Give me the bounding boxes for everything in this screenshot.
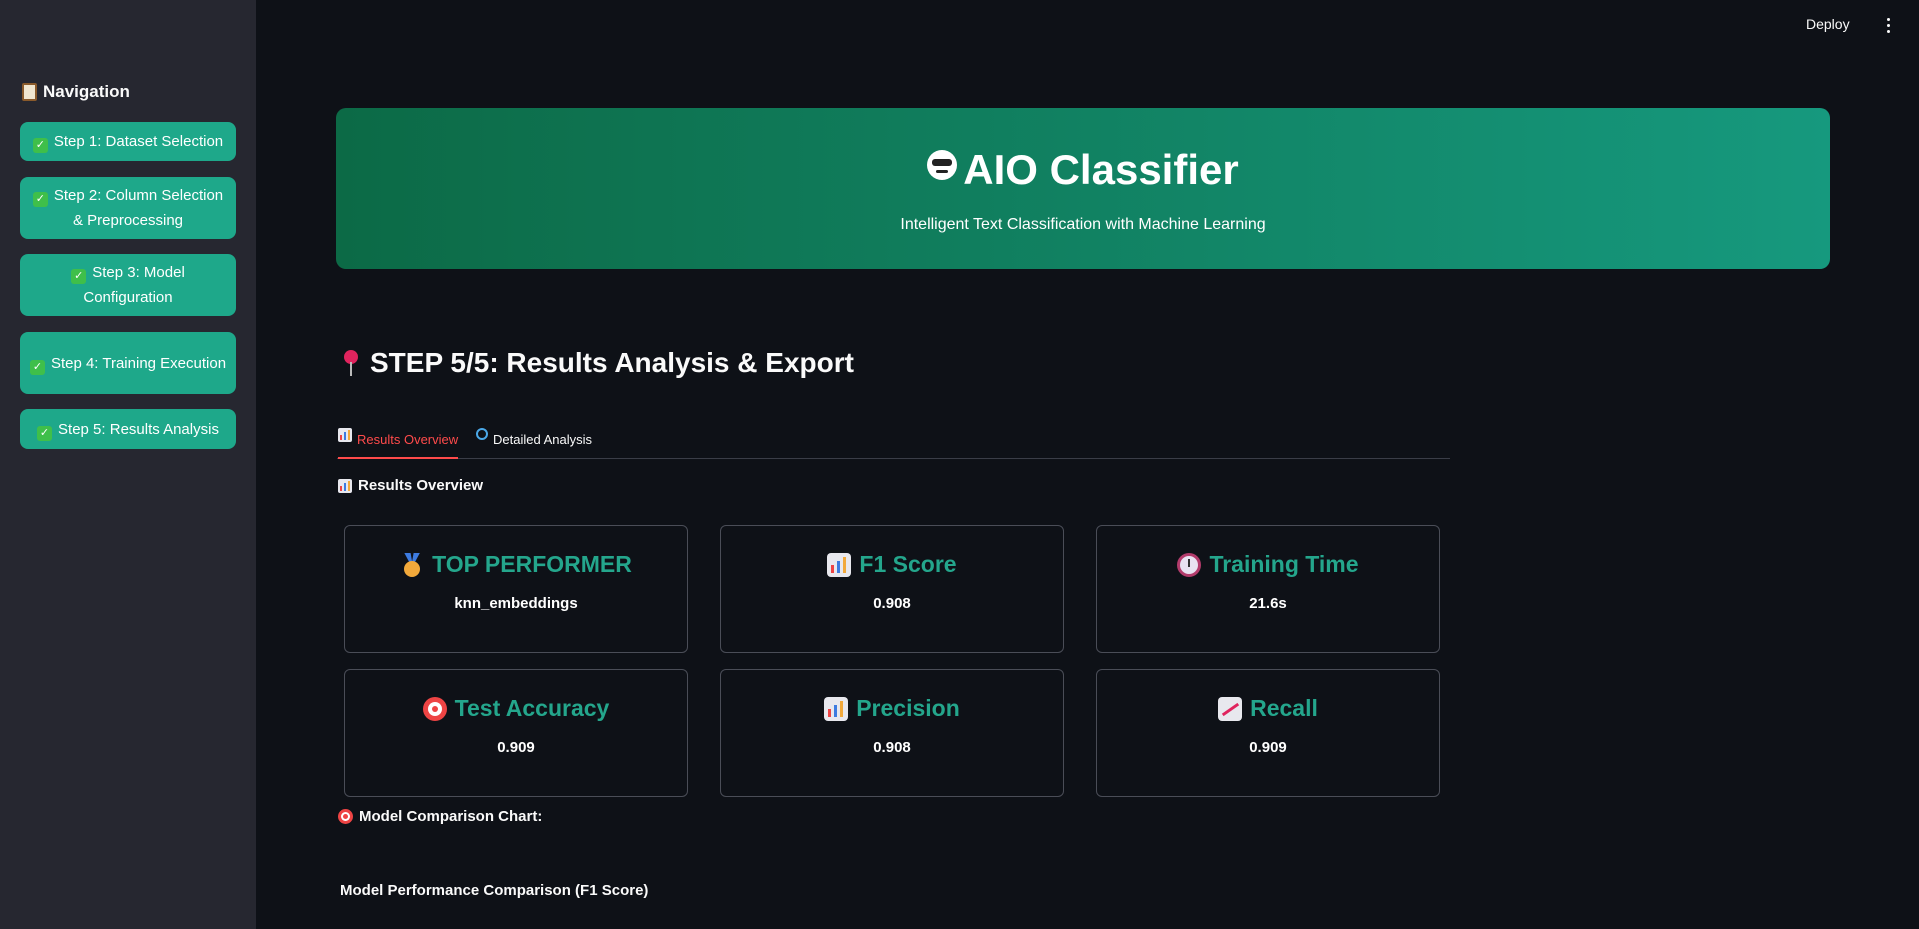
app-title: AIO Classifier [336,146,1830,194]
bar-chart-icon [338,428,352,442]
app-subtitle: Intelligent Text Classification with Mac… [900,216,1266,233]
step-heading-text: STEP 5/5: Results Analysis & Export [370,347,854,378]
sidebar-item-step-4[interactable]: ✓ Step 4: Training Execution [20,332,236,394]
trend-up-icon [1218,696,1243,721]
bar-chart-icon [827,552,852,577]
tab-bar: Results Overview Detailed Analysis [337,422,1450,459]
section-label-text: Results Overview [358,477,484,494]
card-value: 0.909 [1249,739,1287,756]
card-title-text: Training Time [1209,551,1359,577]
target-icon [338,809,353,824]
medal-icon [400,553,424,577]
card-value: 0.908 [873,739,911,756]
card-title-text: Recall [1250,695,1318,721]
comparison-label: Model Comparison Chart: [338,808,542,825]
deploy-button[interactable]: Deploy [1806,16,1850,32]
pin-icon [340,348,362,378]
bar-chart-icon [824,696,849,721]
sidebar: Navigation ✓ Step 1: Dataset Selection ✓ S… [0,0,256,929]
sidebar-item-step-1[interactable]: ✓ Step 1: Dataset Selection [20,122,236,161]
sidebar-item-label: Step 1: Dataset Selection [53,133,224,150]
check-icon: ✓ [71,269,87,284]
alarm-clock-icon [1177,552,1202,577]
card-title-text: F1 Score [859,551,957,577]
tab-results-overview[interactable]: Results Overview [338,428,459,459]
tab-detailed-analysis[interactable]: Detailed Analysis [476,428,592,459]
sidebar-item-label: Step 3: Model Configuration [83,264,185,306]
sidebar-title: Navigation [22,82,130,102]
sidebar-item-label: Step 4: Training Execution [50,354,227,372]
search-icon [476,428,488,440]
robot-icon [927,150,958,180]
metric-card-f1-score: F1 Score 0.908 [720,525,1064,653]
chart-title: Model Performance Comparison (F1 Score) [340,882,649,899]
metric-card-top-performer: TOP PERFORMER knn_embeddings [344,525,688,653]
metric-card-recall: Recall 0.909 [1096,669,1440,797]
card-title: TOP PERFORMER [345,551,687,578]
card-title: Training Time [1097,551,1439,578]
clipboard-icon [22,83,37,101]
sidebar-title-label: Navigation [43,82,130,101]
card-title: Recall [1097,695,1439,722]
sidebar-item-step-2[interactable]: ✓ Step 2: Column Selection & Preprocessin… [20,177,236,239]
check-icon: ✓ [32,192,48,207]
metric-card-precision: Precision 0.908 [720,669,1064,797]
sidebar-item-label: Step 2: Column Selection & Preprocessing [53,187,224,229]
check-icon: ✓ [37,425,53,441]
check-icon: ✓ [29,359,45,375]
tab-label: Results Overview [357,432,459,447]
card-title-text: Precision [856,695,960,721]
sidebar-item-step-3[interactable]: ✓ Step 3: Model Configuration [20,254,236,316]
sidebar-item-label: Step 5: Results Analysis [58,420,219,438]
card-value: 0.908 [873,595,911,612]
card-value: 21.6s [1249,595,1287,612]
step-heading: STEP 5/5: Results Analysis & Export [340,347,854,379]
card-title-text: TOP PERFORMER [432,551,632,577]
app-banner: AIO Classifier Intelligent Text Classifi… [336,108,1830,269]
more-options-icon[interactable] [1880,15,1896,35]
card-title: F1 Score [721,551,1063,578]
card-title-text: Test Accuracy [454,695,610,721]
metric-card-test-accuracy: Test Accuracy 0.909 [344,669,688,797]
bar-chart-icon [338,478,352,493]
app-title-text: AIO Classifier [963,146,1239,193]
section-label: Results Overview [338,477,483,494]
card-value: 0.909 [497,739,535,756]
sidebar-item-step-5[interactable]: ✓ Step 5: Results Analysis [20,409,236,449]
card-title: Precision [721,695,1063,722]
check-icon: ✓ [32,138,48,153]
card-value: knn_embeddings [454,595,578,612]
card-title: Test Accuracy [345,695,687,722]
tab-label: Detailed Analysis [493,432,592,447]
target-icon [422,696,447,721]
comparison-label-text: Model Comparison Chart: [359,808,543,825]
metric-card-training-time: Training Time 21.6s [1096,525,1440,653]
